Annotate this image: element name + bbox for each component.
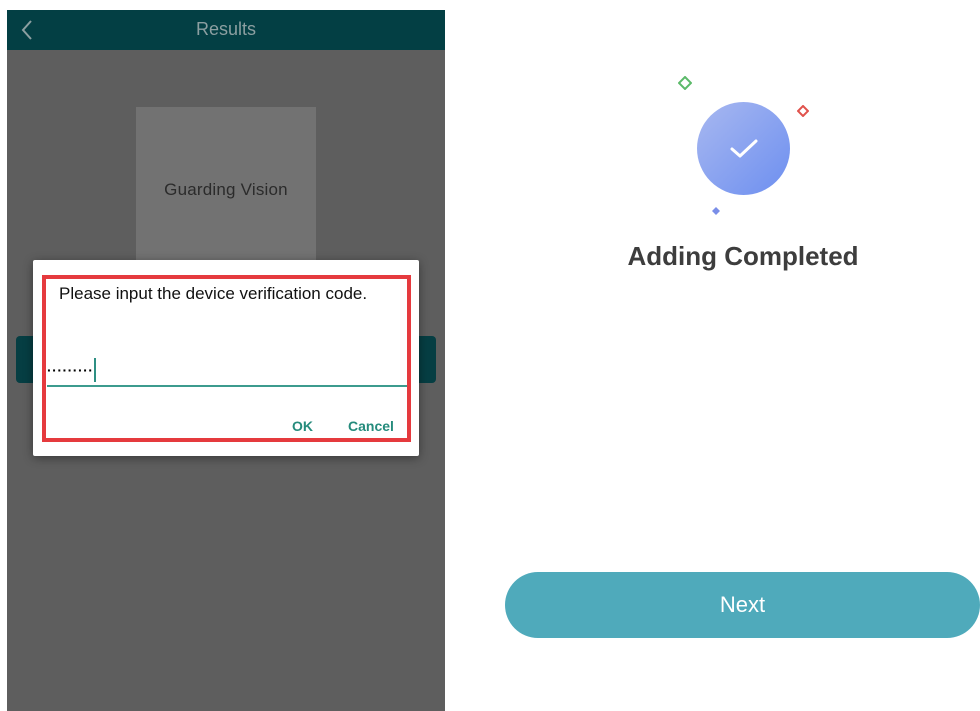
- verification-code-input[interactable]: ·········: [47, 356, 407, 384]
- red-diamond-icon: [797, 105, 809, 117]
- checkmark-icon: [730, 139, 757, 157]
- ok-button[interactable]: OK: [292, 418, 313, 434]
- input-underline: [47, 385, 407, 387]
- dialog-message: Please input the device verification cod…: [59, 284, 368, 303]
- next-button[interactable]: Next: [505, 572, 980, 638]
- success-circle: [697, 102, 790, 195]
- code-value: ·········: [47, 362, 94, 378]
- brand-name: Guarding Vision: [164, 180, 288, 199]
- brand-card: Guarding Vision: [136, 107, 316, 272]
- text-caret: [94, 358, 97, 382]
- page-title: Results: [195, 19, 257, 39]
- completion-title: Adding Completed: [627, 241, 859, 271]
- cancel-button[interactable]: Cancel: [348, 418, 394, 434]
- next-button-label: Next: [719, 592, 766, 617]
- topbar: Results: [7, 10, 445, 50]
- blue-diamond-icon: [712, 207, 720, 215]
- green-diamond-icon: [678, 76, 692, 90]
